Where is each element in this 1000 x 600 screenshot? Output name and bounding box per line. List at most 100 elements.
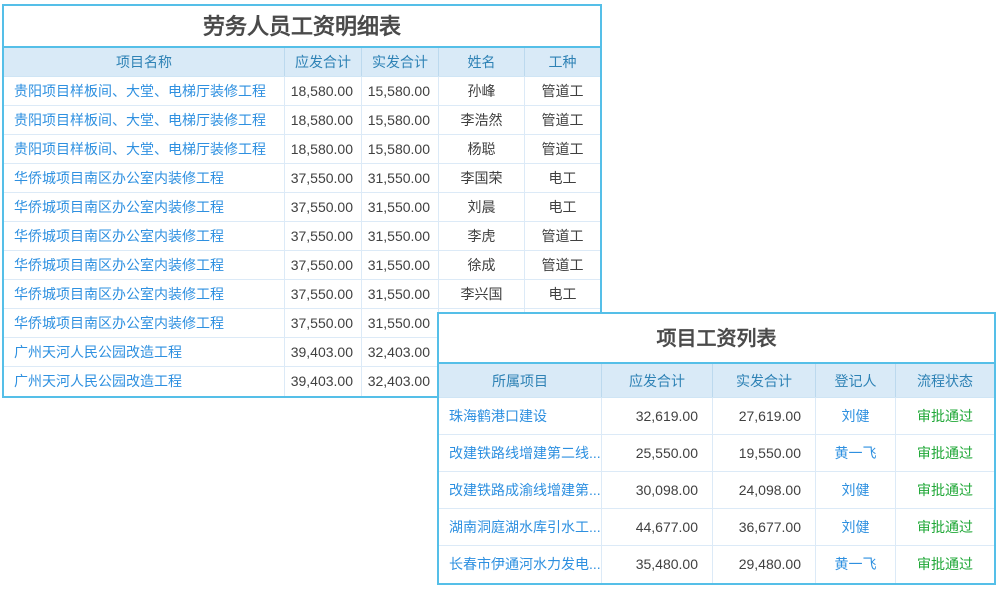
cell-payable: 37,550.00 [284,193,361,221]
cell-job: 管道工 [524,106,600,134]
cell-project[interactable]: 华侨城项目南区办公室内装修工程 [4,222,284,250]
cell-payable: 37,550.00 [284,222,361,250]
cell-actual: 32,403.00 [361,338,438,366]
cell-name: 孙峰 [438,77,524,105]
cell-status: 审批通过 [895,546,994,583]
cell-payable: 25,550.00 [601,435,712,471]
table-row: 改建铁路线增建第二线...25,550.0019,550.00黄一飞审批通过 [439,435,994,472]
table-row: 改建铁路成渝线增建第...30,098.0024,098.00刘健审批通过 [439,472,994,509]
cell-job: 管道工 [524,222,600,250]
cell-name: 杨聪 [438,135,524,163]
cell-job: 电工 [524,280,600,308]
col-header-actual-total: 实发合计 [361,48,438,76]
cell-actual: 31,550.00 [361,309,438,337]
cell-payable: 18,580.00 [284,106,361,134]
cell-payable: 18,580.00 [284,135,361,163]
cell-actual: 15,580.00 [361,135,438,163]
table-row: 贵阳项目样板间、大堂、电梯厅装修工程18,580.0015,580.00李浩然管… [4,106,600,135]
cell-registrar[interactable]: 黄一飞 [815,435,895,471]
project-salary-list-table: 项目工资列表 所属项目 应发合计 实发合计 登记人 流程状态 珠海鹤港口建设32… [437,312,996,585]
cell-project[interactable]: 改建铁路成渝线增建第... [439,472,601,508]
cell-project[interactable]: 华侨城项目南区办公室内装修工程 [4,164,284,192]
cell-project[interactable]: 珠海鹤港口建设 [439,398,601,434]
cell-project[interactable]: 广州天河人民公园改造工程 [4,367,284,396]
cell-actual: 31,550.00 [361,164,438,192]
col-header-person-name: 姓名 [438,48,524,76]
col-header-payable-total: 应发合计 [601,364,712,397]
cell-payable: 37,550.00 [284,251,361,279]
cell-actual: 36,677.00 [712,509,815,545]
cell-payable: 37,550.00 [284,280,361,308]
cell-job: 电工 [524,193,600,221]
cell-payable: 37,550.00 [284,309,361,337]
cell-status: 审批通过 [895,509,994,545]
cell-payable: 30,098.00 [601,472,712,508]
cell-name: 徐成 [438,251,524,279]
cell-name: 李兴国 [438,280,524,308]
cell-actual: 31,550.00 [361,280,438,308]
col-header-payable-total: 应发合计 [284,48,361,76]
cell-name: 李虎 [438,222,524,250]
table-row: 华侨城项目南区办公室内装修工程37,550.0031,550.00李虎管道工 [4,222,600,251]
cell-registrar[interactable]: 刘健 [815,398,895,434]
cell-actual: 24,098.00 [712,472,815,508]
col-header-belonging-project: 所属项目 [439,364,601,397]
cell-job: 电工 [524,164,600,192]
cell-registrar[interactable]: 刘健 [815,509,895,545]
cell-project[interactable]: 长春市伊通河水力发电... [439,546,601,583]
cell-job: 管道工 [524,77,600,105]
col-header-actual-total: 实发合计 [712,364,815,397]
cell-project[interactable]: 改建铁路线增建第二线... [439,435,601,471]
cell-project[interactable]: 华侨城项目南区办公室内装修工程 [4,193,284,221]
cell-project[interactable]: 广州天河人民公园改造工程 [4,338,284,366]
table-row: 长春市伊通河水力发电...35,480.0029,480.00黄一飞审批通过 [439,546,994,583]
cell-payable: 32,619.00 [601,398,712,434]
table-row: 珠海鹤港口建设32,619.0027,619.00刘健审批通过 [439,398,994,435]
cell-payable: 39,403.00 [284,367,361,396]
cell-payable: 44,677.00 [601,509,712,545]
project-table-body: 珠海鹤港口建设32,619.0027,619.00刘健审批通过改建铁路线增建第二… [439,398,994,583]
table-row: 华侨城项目南区办公室内装修工程37,550.0031,550.00李国荣电工 [4,164,600,193]
table-row: 贵阳项目样板间、大堂、电梯厅装修工程18,580.0015,580.00杨聪管道… [4,135,600,164]
cell-actual: 29,480.00 [712,546,815,583]
labor-table-title: 劳务人员工资明细表 [4,6,600,48]
cell-actual: 31,550.00 [361,193,438,221]
table-row: 华侨城项目南区办公室内装修工程37,550.0031,550.00刘晨电工 [4,193,600,222]
cell-actual: 27,619.00 [712,398,815,434]
cell-project[interactable]: 贵阳项目样板间、大堂、电梯厅装修工程 [4,135,284,163]
cell-actual: 32,403.00 [361,367,438,396]
cell-project[interactable]: 湖南洞庭湖水库引水工... [439,509,601,545]
cell-job: 管道工 [524,251,600,279]
cell-project[interactable]: 华侨城项目南区办公室内装修工程 [4,280,284,308]
table-row: 贵阳项目样板间、大堂、电梯厅装修工程18,580.0015,580.00孙峰管道… [4,77,600,106]
cell-name: 刘晨 [438,193,524,221]
cell-status: 审批通过 [895,472,994,508]
table-row: 湖南洞庭湖水库引水工...44,677.0036,677.00刘健审批通过 [439,509,994,546]
cell-actual: 31,550.00 [361,222,438,250]
cell-registrar[interactable]: 黄一飞 [815,546,895,583]
cell-payable: 37,550.00 [284,164,361,192]
cell-project[interactable]: 华侨城项目南区办公室内装修工程 [4,309,284,337]
cell-project[interactable]: 贵阳项目样板间、大堂、电梯厅装修工程 [4,77,284,105]
cell-name: 李浩然 [438,106,524,134]
cell-actual: 15,580.00 [361,77,438,105]
cell-payable: 18,580.00 [284,77,361,105]
project-table-title: 项目工资列表 [439,314,994,364]
cell-name: 李国荣 [438,164,524,192]
cell-project[interactable]: 华侨城项目南区办公室内装修工程 [4,251,284,279]
labor-table-header-row: 项目名称 应发合计 实发合计 姓名 工种 [4,48,600,77]
cell-actual: 19,550.00 [712,435,815,471]
col-header-registrar: 登记人 [815,364,895,397]
table-row: 华侨城项目南区办公室内装修工程37,550.0031,550.00徐成管道工 [4,251,600,280]
cell-payable: 39,403.00 [284,338,361,366]
cell-actual: 15,580.00 [361,106,438,134]
cell-status: 审批通过 [895,435,994,471]
col-header-project-name: 项目名称 [4,48,284,76]
col-header-workflow-status: 流程状态 [895,364,994,397]
project-table-header-row: 所属项目 应发合计 实发合计 登记人 流程状态 [439,364,994,398]
cell-job: 管道工 [524,135,600,163]
cell-status: 审批通过 [895,398,994,434]
cell-project[interactable]: 贵阳项目样板间、大堂、电梯厅装修工程 [4,106,284,134]
cell-payable: 35,480.00 [601,546,712,583]
cell-registrar[interactable]: 刘健 [815,472,895,508]
